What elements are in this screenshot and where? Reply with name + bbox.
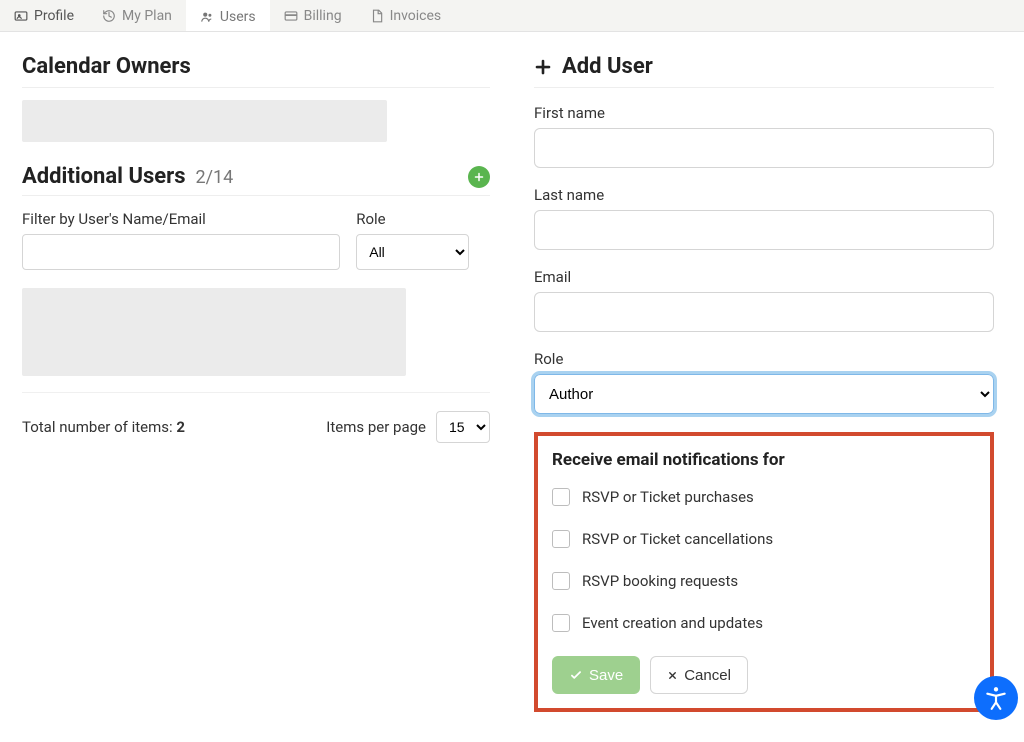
owners-placeholder [22,100,387,142]
plus-icon [534,58,552,76]
checkbox-rsvp-cancellations[interactable] [552,530,570,548]
top-tabs: Profile My Plan Users Billing Invoices [0,0,1024,32]
accessibility-badge[interactable] [974,676,1018,720]
tab-label: Billing [304,8,342,24]
id-card-icon [14,9,28,23]
role-group: Role Author [534,350,994,414]
cb-row-booking-requests: RSVP booking requests [552,572,976,590]
tab-users[interactable]: Users [186,0,270,31]
file-icon [370,9,384,23]
filter-name-label: Filter by User's Name/Email [22,210,340,228]
cb-row-rsvp-cancellations: RSVP or Ticket cancellations [552,530,976,548]
role-label: Role [534,350,994,368]
per-page-select[interactable]: 15 [436,411,490,443]
tab-profile[interactable]: Profile [0,0,88,31]
additional-users-label: Additional Users [22,164,186,189]
credit-card-icon [284,9,298,23]
cb-row-rsvp-purchases: RSVP or Ticket purchases [552,488,976,506]
save-button[interactable]: Save [552,656,640,694]
add-user-title: Add User [534,54,994,88]
last-name-input[interactable] [534,210,994,250]
first-name-group: First name [534,104,994,168]
filter-role-select[interactable]: All [356,234,468,270]
cb-row-event-updates: Event creation and updates [552,614,976,632]
role-select[interactable]: Author [534,374,994,414]
tab-label: My Plan [122,8,172,24]
first-name-input[interactable] [534,128,994,168]
checkbox-event-updates[interactable] [552,614,570,632]
tab-label: Users [220,9,256,25]
filter-role-label: Role [356,210,468,228]
notifications-title: Receive email notifications for [552,450,976,470]
check-icon [569,668,583,682]
right-column: Add User First name Last name Email Role… [512,32,1024,712]
additional-users-count: 2/14 [196,167,234,188]
history-icon [102,9,116,23]
save-label: Save [589,667,623,684]
additional-users-title: Additional Users 2/14 [22,164,233,189]
total-items-value: 2 [176,418,185,436]
tab-billing[interactable]: Billing [270,0,356,31]
cancel-button[interactable]: Cancel [650,656,748,694]
cb-label: RSVP or Ticket cancellations [582,530,773,548]
email-input[interactable] [534,292,994,332]
users-list-placeholder [22,288,406,376]
per-page-label: Items per page [326,418,426,436]
last-name-group: Last name [534,186,994,250]
cancel-label: Cancel [684,667,731,684]
tab-invoices[interactable]: Invoices [356,0,456,31]
filter-name-col: Filter by User's Name/Email [22,210,340,270]
tab-label: Invoices [390,8,442,24]
email-label: Email [534,268,994,286]
email-group: Email [534,268,994,332]
button-row: Save Cancel [552,656,976,694]
total-items-label: Total number of items: [22,418,173,436]
add-additional-user-button[interactable] [468,166,490,188]
first-name-label: First name [534,104,994,122]
last-name-label: Last name [534,186,994,204]
filter-role-col: Role All [356,210,468,270]
accessibility-icon [983,685,1009,711]
per-page: Items per page 15 [326,411,490,443]
filter-row: Filter by User's Name/Email Role All [22,210,490,270]
tab-my-plan[interactable]: My Plan [88,0,186,31]
cb-label: Event creation and updates [582,614,763,632]
add-user-label: Add User [562,54,653,79]
calendar-owners-title: Calendar Owners [22,54,490,88]
checkbox-booking-requests[interactable] [552,572,570,590]
total-items: Total number of items: 2 [22,418,185,436]
notifications-box: Receive email notifications for RSVP or … [534,432,994,712]
tab-label: Profile [34,8,74,24]
pager-row: Total number of items: 2 Items per page … [22,392,490,443]
cb-label: RSVP booking requests [582,572,738,590]
users-icon [200,10,214,24]
left-column: Calendar Owners Additional Users 2/14 Fi… [0,32,512,712]
filter-name-input[interactable] [22,234,340,270]
checkbox-rsvp-purchases[interactable] [552,488,570,506]
additional-users-header: Additional Users 2/14 [22,164,490,196]
close-icon [667,670,678,681]
main-content: Calendar Owners Additional Users 2/14 Fi… [0,32,1024,742]
plus-icon [473,171,485,183]
cb-label: RSVP or Ticket purchases [582,488,754,506]
